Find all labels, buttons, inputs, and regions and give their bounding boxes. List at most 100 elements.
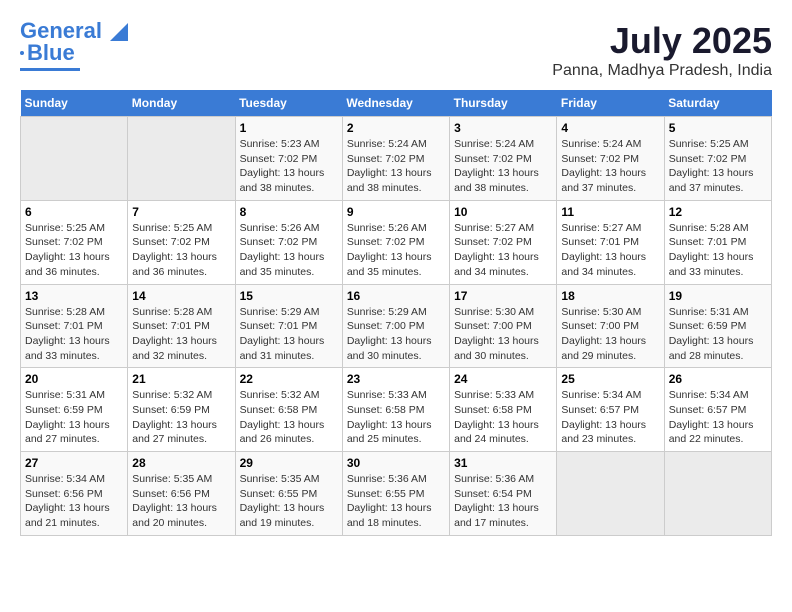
day-info: Sunrise: 5:25 AMSunset: 7:02 PMDaylight:… <box>669 138 754 194</box>
calendar-cell: 22 Sunrise: 5:32 AMSunset: 6:58 PMDaylig… <box>235 368 342 452</box>
logo-blue: Blue <box>27 40 75 66</box>
day-number: 17 <box>454 289 552 303</box>
calendar-cell: 1 Sunrise: 5:23 AMSunset: 7:02 PMDayligh… <box>235 117 342 201</box>
calendar-cell: 9 Sunrise: 5:26 AMSunset: 7:02 PMDayligh… <box>342 200 449 284</box>
day-number: 5 <box>669 121 767 135</box>
day-info: Sunrise: 5:24 AMSunset: 7:02 PMDaylight:… <box>347 138 432 194</box>
calendar-cell <box>21 117 128 201</box>
calendar-cell: 13 Sunrise: 5:28 AMSunset: 7:01 PMDaylig… <box>21 284 128 368</box>
calendar-cell: 28 Sunrise: 5:35 AMSunset: 6:56 PMDaylig… <box>128 452 235 536</box>
calendar-cell: 5 Sunrise: 5:25 AMSunset: 7:02 PMDayligh… <box>664 117 771 201</box>
day-number: 16 <box>347 289 445 303</box>
header-day-friday: Friday <box>557 90 664 117</box>
calendar-cell: 8 Sunrise: 5:26 AMSunset: 7:02 PMDayligh… <box>235 200 342 284</box>
calendar-table: SundayMondayTuesdayWednesdayThursdayFrid… <box>20 90 772 536</box>
day-info: Sunrise: 5:30 AMSunset: 7:00 PMDaylight:… <box>561 306 646 362</box>
day-info: Sunrise: 5:33 AMSunset: 6:58 PMDaylight:… <box>347 389 432 445</box>
day-info: Sunrise: 5:25 AMSunset: 7:02 PMDaylight:… <box>25 222 110 278</box>
day-info: Sunrise: 5:23 AMSunset: 7:02 PMDaylight:… <box>240 138 325 194</box>
day-info: Sunrise: 5:31 AMSunset: 6:59 PMDaylight:… <box>25 389 110 445</box>
day-info: Sunrise: 5:36 AMSunset: 6:54 PMDaylight:… <box>454 473 539 529</box>
day-number: 27 <box>25 456 123 470</box>
calendar-cell: 12 Sunrise: 5:28 AMSunset: 7:01 PMDaylig… <box>664 200 771 284</box>
day-info: Sunrise: 5:29 AMSunset: 7:01 PMDaylight:… <box>240 306 325 362</box>
day-info: Sunrise: 5:35 AMSunset: 6:56 PMDaylight:… <box>132 473 217 529</box>
calendar-cell: 20 Sunrise: 5:31 AMSunset: 6:59 PMDaylig… <box>21 368 128 452</box>
header-day-wednesday: Wednesday <box>342 90 449 117</box>
day-number: 30 <box>347 456 445 470</box>
calendar-cell: 23 Sunrise: 5:33 AMSunset: 6:58 PMDaylig… <box>342 368 449 452</box>
day-number: 4 <box>561 121 659 135</box>
header-day-tuesday: Tuesday <box>235 90 342 117</box>
logo-text: General <box>20 20 128 42</box>
day-info: Sunrise: 5:25 AMSunset: 7:02 PMDaylight:… <box>132 222 217 278</box>
day-info: Sunrise: 5:34 AMSunset: 6:56 PMDaylight:… <box>25 473 110 529</box>
calendar-cell: 25 Sunrise: 5:34 AMSunset: 6:57 PMDaylig… <box>557 368 664 452</box>
day-number: 19 <box>669 289 767 303</box>
calendar-week-2: 6 Sunrise: 5:25 AMSunset: 7:02 PMDayligh… <box>21 200 772 284</box>
calendar-cell: 7 Sunrise: 5:25 AMSunset: 7:02 PMDayligh… <box>128 200 235 284</box>
day-info: Sunrise: 5:35 AMSunset: 6:55 PMDaylight:… <box>240 473 325 529</box>
calendar-cell: 29 Sunrise: 5:35 AMSunset: 6:55 PMDaylig… <box>235 452 342 536</box>
calendar-week-1: 1 Sunrise: 5:23 AMSunset: 7:02 PMDayligh… <box>21 117 772 201</box>
day-number: 23 <box>347 372 445 386</box>
day-info: Sunrise: 5:32 AMSunset: 6:59 PMDaylight:… <box>132 389 217 445</box>
day-info: Sunrise: 5:28 AMSunset: 7:01 PMDaylight:… <box>132 306 217 362</box>
header-day-thursday: Thursday <box>450 90 557 117</box>
day-number: 6 <box>25 205 123 219</box>
day-number: 25 <box>561 372 659 386</box>
day-info: Sunrise: 5:26 AMSunset: 7:02 PMDaylight:… <box>240 222 325 278</box>
calendar-cell: 14 Sunrise: 5:28 AMSunset: 7:01 PMDaylig… <box>128 284 235 368</box>
calendar-cell: 4 Sunrise: 5:24 AMSunset: 7:02 PMDayligh… <box>557 117 664 201</box>
day-info: Sunrise: 5:24 AMSunset: 7:02 PMDaylight:… <box>454 138 539 194</box>
calendar-title: July 2025 <box>552 20 772 62</box>
day-number: 8 <box>240 205 338 219</box>
day-number: 14 <box>132 289 230 303</box>
calendar-cell: 31 Sunrise: 5:36 AMSunset: 6:54 PMDaylig… <box>450 452 557 536</box>
day-info: Sunrise: 5:33 AMSunset: 6:58 PMDaylight:… <box>454 389 539 445</box>
calendar-cell: 6 Sunrise: 5:25 AMSunset: 7:02 PMDayligh… <box>21 200 128 284</box>
header-day-saturday: Saturday <box>664 90 771 117</box>
day-number: 10 <box>454 205 552 219</box>
calendar-cell: 21 Sunrise: 5:32 AMSunset: 6:59 PMDaylig… <box>128 368 235 452</box>
calendar-header-row: SundayMondayTuesdayWednesdayThursdayFrid… <box>21 90 772 117</box>
logo: General Blue <box>20 20 128 71</box>
calendar-cell: 15 Sunrise: 5:29 AMSunset: 7:01 PMDaylig… <box>235 284 342 368</box>
day-info: Sunrise: 5:32 AMSunset: 6:58 PMDaylight:… <box>240 389 325 445</box>
calendar-cell: 16 Sunrise: 5:29 AMSunset: 7:00 PMDaylig… <box>342 284 449 368</box>
day-info: Sunrise: 5:27 AMSunset: 7:01 PMDaylight:… <box>561 222 646 278</box>
day-info: Sunrise: 5:26 AMSunset: 7:02 PMDaylight:… <box>347 222 432 278</box>
day-info: Sunrise: 5:34 AMSunset: 6:57 PMDaylight:… <box>561 389 646 445</box>
day-number: 7 <box>132 205 230 219</box>
day-number: 29 <box>240 456 338 470</box>
title-block: July 2025 Panna, Madhya Pradesh, India <box>552 20 772 80</box>
calendar-cell: 19 Sunrise: 5:31 AMSunset: 6:59 PMDaylig… <box>664 284 771 368</box>
header-day-monday: Monday <box>128 90 235 117</box>
day-number: 31 <box>454 456 552 470</box>
calendar-cell <box>664 452 771 536</box>
day-number: 28 <box>132 456 230 470</box>
day-info: Sunrise: 5:29 AMSunset: 7:00 PMDaylight:… <box>347 306 432 362</box>
calendar-cell: 11 Sunrise: 5:27 AMSunset: 7:01 PMDaylig… <box>557 200 664 284</box>
day-number: 18 <box>561 289 659 303</box>
day-info: Sunrise: 5:28 AMSunset: 7:01 PMDaylight:… <box>25 306 110 362</box>
day-number: 26 <box>669 372 767 386</box>
day-number: 15 <box>240 289 338 303</box>
day-number: 22 <box>240 372 338 386</box>
calendar-week-4: 20 Sunrise: 5:31 AMSunset: 6:59 PMDaylig… <box>21 368 772 452</box>
calendar-cell: 18 Sunrise: 5:30 AMSunset: 7:00 PMDaylig… <box>557 284 664 368</box>
calendar-cell: 24 Sunrise: 5:33 AMSunset: 6:58 PMDaylig… <box>450 368 557 452</box>
day-number: 2 <box>347 121 445 135</box>
day-info: Sunrise: 5:28 AMSunset: 7:01 PMDaylight:… <box>669 222 754 278</box>
day-number: 20 <box>25 372 123 386</box>
day-number: 13 <box>25 289 123 303</box>
day-info: Sunrise: 5:24 AMSunset: 7:02 PMDaylight:… <box>561 138 646 194</box>
day-info: Sunrise: 5:34 AMSunset: 6:57 PMDaylight:… <box>669 389 754 445</box>
calendar-cell: 26 Sunrise: 5:34 AMSunset: 6:57 PMDaylig… <box>664 368 771 452</box>
calendar-cell: 3 Sunrise: 5:24 AMSunset: 7:02 PMDayligh… <box>450 117 557 201</box>
day-info: Sunrise: 5:31 AMSunset: 6:59 PMDaylight:… <box>669 306 754 362</box>
calendar-cell: 17 Sunrise: 5:30 AMSunset: 7:00 PMDaylig… <box>450 284 557 368</box>
day-number: 21 <box>132 372 230 386</box>
page-header: General Blue July 2025 Panna, Madhya Pra… <box>20 20 772 80</box>
calendar-week-3: 13 Sunrise: 5:28 AMSunset: 7:01 PMDaylig… <box>21 284 772 368</box>
